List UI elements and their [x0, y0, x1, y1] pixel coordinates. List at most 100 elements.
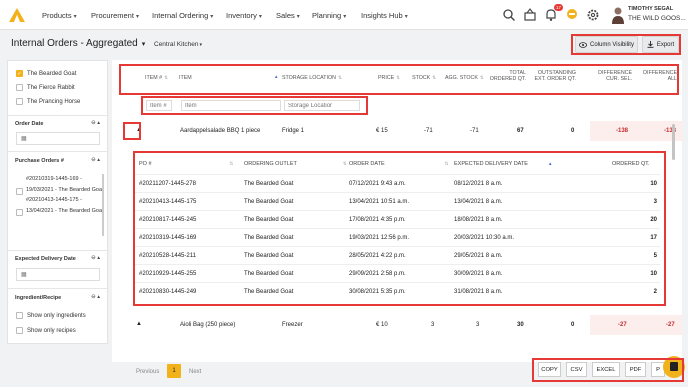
- previous-page-button[interactable]: Previous: [136, 369, 159, 375]
- filter-sidebar: ✓ The Bearded Goat The Fierce Rabbit The …: [7, 60, 108, 344]
- download-icon: [647, 41, 654, 48]
- sort-icon: ⇅: [479, 75, 484, 80]
- user-company[interactable]: THE WILD GOOS...: [628, 15, 686, 22]
- sub-table-row[interactable]: #20210817-1445-245 The Bearded Goat 17/0…: [135, 210, 660, 229]
- col-header-item[interactable]: ITEM: [179, 75, 192, 81]
- storage-filter-input[interactable]: [284, 100, 360, 111]
- notifications-button[interactable]: 17: [544, 4, 563, 22]
- expected-delivery-input[interactable]: ▦: [16, 268, 100, 281]
- col-header-diff-cur[interactable]: DIFFERENCE CUR. SEL.: [590, 70, 632, 82]
- sub-col-po[interactable]: PO # ⇅: [139, 161, 233, 167]
- checkbox-icon[interactable]: [16, 98, 23, 105]
- purchase-orders-list[interactable]: #20210319-1445-169 - 19/03/2021 - The Be…: [16, 174, 104, 248]
- avatar[interactable]: [611, 6, 625, 24]
- sub-table-row[interactable]: #20210830-1445-249 The Bearded Goat 30/0…: [135, 282, 660, 301]
- pdf-button[interactable]: PDF: [625, 362, 646, 377]
- col-header-item-no[interactable]: ITEM # ⇅: [145, 75, 168, 81]
- po-number: #20211207-1445-278: [139, 181, 196, 187]
- app-logo-icon[interactable]: [9, 8, 25, 22]
- outlet-filter-prancing-horse[interactable]: The Prancing Horse: [16, 98, 80, 105]
- outlet-filter-fierce-rabbit[interactable]: The Fierce Rabbit: [16, 84, 75, 91]
- award-icon[interactable]: [565, 8, 579, 22]
- sub-table-row[interactable]: #20210413-1445-175 The Bearded Goat 13/0…: [135, 192, 660, 211]
- outlet-label: The Bearded Goat: [27, 70, 77, 77]
- show-only-ingredients-option[interactable]: Show only ingredients: [16, 312, 86, 319]
- checkbox-checked-icon[interactable]: ✓: [16, 70, 23, 77]
- chat-widget-button[interactable]: [663, 356, 685, 378]
- list-item[interactable]: #20210319-1445-169 - 19/03/2021 - The Be…: [16, 174, 104, 195]
- export-button[interactable]: Export: [642, 36, 679, 53]
- sub-col-outlet[interactable]: ORDERING OUTLET ⇅: [244, 161, 347, 167]
- nav-products[interactable]: Products ▾: [42, 11, 77, 20]
- col-header-outstanding[interactable]: OUTSTANDING EXT. ORDER QT.: [528, 70, 577, 82]
- sort-asc-icon[interactable]: ▲: [274, 74, 278, 79]
- csv-button[interactable]: CSV: [566, 362, 587, 377]
- nav-planning[interactable]: Planning ▾: [312, 11, 346, 20]
- checkbox-icon[interactable]: [16, 84, 23, 91]
- item-no-filter-input[interactable]: [146, 100, 172, 111]
- col-header-agg-stock[interactable]: AGG. STOCK ⇅: [445, 75, 484, 81]
- sub-table-row[interactable]: #20211207-1445-278 The Bearded Goat 07/1…: [135, 174, 660, 193]
- order-date: 07/12/2021 9:43 a.m.: [349, 181, 406, 187]
- excel-button[interactable]: EXCEL: [592, 362, 620, 377]
- col-header-price[interactable]: PRICE ⇅: [370, 75, 400, 81]
- col-header-stock[interactable]: STOCK ⇅: [406, 75, 436, 81]
- nav-sales[interactable]: Sales ▾: [276, 11, 300, 20]
- page-title[interactable]: Internal Orders - Aggregated ▾: [11, 38, 145, 49]
- col-header-diff-all[interactable]: DIFFERENCE ALL: [636, 70, 677, 82]
- section-toggle[interactable]: ⊖ ▴: [91, 294, 100, 300]
- order-date: 29/09/2021 2:58 p.m.: [349, 271, 406, 277]
- checkbox-icon[interactable]: [16, 188, 23, 195]
- order-date-title: Order Date: [15, 121, 44, 127]
- total-ordered: 67: [517, 128, 524, 134]
- outlet-filter-bearded-goat[interactable]: ✓ The Bearded Goat: [16, 70, 76, 77]
- sub-table-row[interactable]: #20210929-1445-255 The Bearded Goat 29/0…: [135, 264, 660, 283]
- po-label: #20210413-1445-175 - 13/04/2021 - The Be…: [26, 197, 104, 214]
- checkbox-icon[interactable]: [16, 312, 23, 319]
- basket-icon[interactable]: [523, 8, 537, 22]
- nav-label: Internal Ordering: [152, 11, 209, 20]
- sub-col-ordered-qty[interactable]: ORDERED QT.: [612, 161, 650, 167]
- col-header-total-ordered[interactable]: TOTAL ORDERED QT.: [486, 70, 526, 82]
- location-selector[interactable]: Central Kitchen▾: [154, 41, 202, 48]
- list-item[interactable]: #20210413-1445-175 - 13/04/2021 - The Be…: [16, 195, 104, 216]
- chevron-down-icon: ▾: [258, 14, 262, 20]
- show-only-recipes-option[interactable]: Show only recipes: [16, 327, 76, 334]
- copy-button[interactable]: COPY: [538, 362, 561, 377]
- section-toggle[interactable]: ⊖ ▴: [91, 255, 100, 261]
- current-page-button[interactable]: 1: [167, 364, 181, 378]
- order-date-input[interactable]: ▦: [16, 132, 100, 145]
- expand-row-button[interactable]: ▲: [132, 317, 146, 331]
- header-label: ORDERED QT.: [612, 161, 650, 167]
- sub-table-row[interactable]: #20210319-1445-169 The Bearded Goat 19/0…: [135, 228, 660, 247]
- table-scrollbar[interactable]: [672, 124, 675, 160]
- column-visibility-button[interactable]: Column Visibility: [575, 36, 638, 53]
- table-row[interactable]: ▲ Aioli Bag (250 piece) Freezer € 10 3 3…: [120, 315, 682, 335]
- price: € 15: [376, 128, 388, 134]
- sub-col-order-date[interactable]: ORDER DATE ⇅: [349, 161, 448, 167]
- item-filter-input[interactable]: [181, 100, 281, 111]
- search-icon[interactable]: [502, 8, 516, 22]
- checkbox-icon[interactable]: [16, 209, 23, 216]
- purchase-orders-title: Purchase Orders #: [15, 158, 64, 164]
- nav-internal-ordering[interactable]: Internal Ordering ▾: [152, 11, 213, 20]
- next-page-button[interactable]: Next: [189, 369, 201, 375]
- scrollbar[interactable]: [102, 174, 104, 236]
- user-name[interactable]: TIMOTHY SEGAL: [628, 6, 673, 12]
- collapse-row-button[interactable]: ▲: [132, 123, 146, 137]
- checkbox-icon[interactable]: [16, 327, 23, 334]
- gear-icon[interactable]: [586, 8, 600, 22]
- ordered-qty: 3: [653, 199, 657, 205]
- nav-procurement[interactable]: Procurement ▾: [91, 11, 139, 20]
- nav-insights-hub[interactable]: Insights Hub ▾: [361, 11, 408, 20]
- header-label: ITEM #: [145, 75, 163, 81]
- sub-table-row[interactable]: #20210528-1445-211 The Bearded Goat 28/0…: [135, 246, 660, 265]
- table-row[interactable]: ▲ Aardappelsalade BBQ 1 piece Fridge 1 €…: [120, 121, 682, 141]
- col-header-storage[interactable]: STORAGE LOCATION ⇅: [282, 75, 342, 81]
- nav-inventory[interactable]: Inventory ▾: [226, 11, 262, 20]
- chevron-down-icon: ▾: [141, 41, 146, 48]
- section-toggle[interactable]: ⊖ ▴: [91, 120, 100, 126]
- sub-col-delivery[interactable]: EXPECTED DELIVERY DATE ▲: [454, 161, 552, 167]
- section-toggle[interactable]: ⊖ ▴: [91, 157, 100, 163]
- column-visibility-label: Column Visibility: [590, 41, 634, 48]
